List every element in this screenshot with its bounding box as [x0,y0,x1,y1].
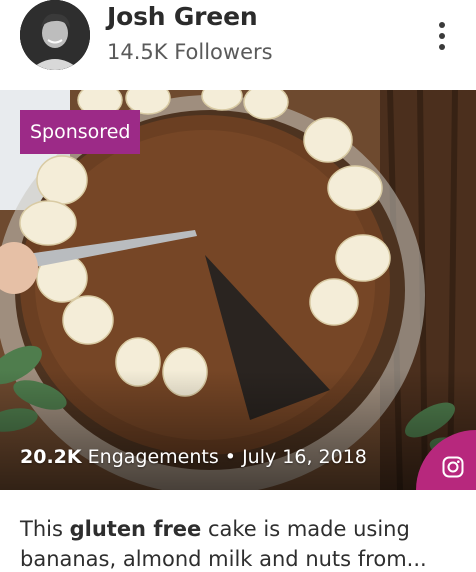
avatar-photo [20,0,90,70]
caption-prefix: This [20,517,70,541]
more-options-icon[interactable] [428,18,456,54]
avatar[interactable] [20,0,90,70]
engagement-stats: 20.2K Engagements • July 16, 2018 [20,446,367,468]
post-header: Josh Green 14.5K Followers [0,0,476,90]
stats-separator: • [224,446,237,468]
engagement-label: Engagements [87,446,219,468]
post-caption: This gluten free cake is made using bana… [20,514,460,572]
author-name[interactable]: Josh Green [107,2,258,31]
engagement-count: 20.2K [20,446,82,468]
sponsored-badge: Sponsored [20,110,141,154]
image-gradient-overlay [0,370,476,490]
instagram-icon [442,456,464,478]
post-date: July 16, 2018 [242,446,367,468]
follower-count: 14.5K Followers [107,40,273,64]
caption-highlight: gluten free [69,517,202,541]
